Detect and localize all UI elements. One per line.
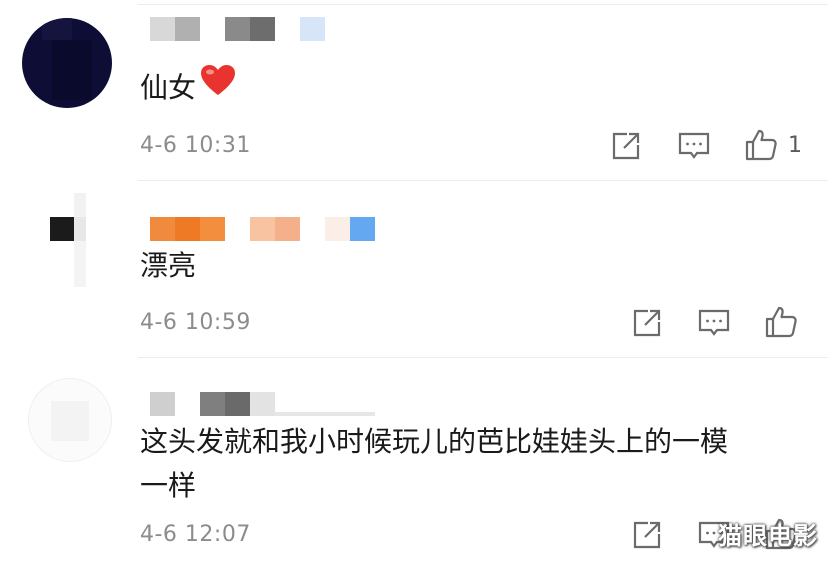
heart-emoji-icon xyxy=(200,64,236,109)
comment-time: 4-6 10:31 xyxy=(140,133,251,158)
username-blurred[interactable] xyxy=(150,17,330,41)
comment-item-2: 漂亮 4-6 10:59 xyxy=(0,181,828,357)
avatar[interactable] xyxy=(28,378,112,462)
share-icon[interactable] xyxy=(630,518,664,552)
comment-icon[interactable] xyxy=(677,129,711,163)
username-blurred[interactable] xyxy=(150,392,380,416)
comment-item-3: 这头发就和我小时候玩儿的芭比娃娃头上的一模 一样 4-6 12:07 xyxy=(0,358,828,567)
avatar[interactable] xyxy=(22,18,112,108)
comment-time: 4-6 12:07 xyxy=(140,522,251,547)
comment-icon[interactable] xyxy=(697,306,731,340)
comment-text-line-1: 这头发就和我小时候玩儿的芭比娃娃头上的一模 xyxy=(140,425,729,458)
share-icon[interactable] xyxy=(630,306,664,340)
like-count: 1 xyxy=(788,133,802,158)
avatar[interactable] xyxy=(25,191,111,287)
comment-item-1: 仙女 4-6 10:31 1 xyxy=(0,0,828,180)
thumbs-up-icon[interactable] xyxy=(764,305,798,339)
comment-text: 仙女 xyxy=(140,64,236,112)
thumbs-up-icon[interactable] xyxy=(744,128,778,162)
comment-time: 4-6 10:59 xyxy=(140,310,251,335)
watermark: 猫眼电影 xyxy=(718,522,818,550)
share-icon[interactable] xyxy=(609,129,643,163)
username-blurred[interactable] xyxy=(150,217,380,241)
comment-text-line-2: 一样 xyxy=(140,469,197,502)
comment-text: 漂亮 xyxy=(140,249,197,282)
